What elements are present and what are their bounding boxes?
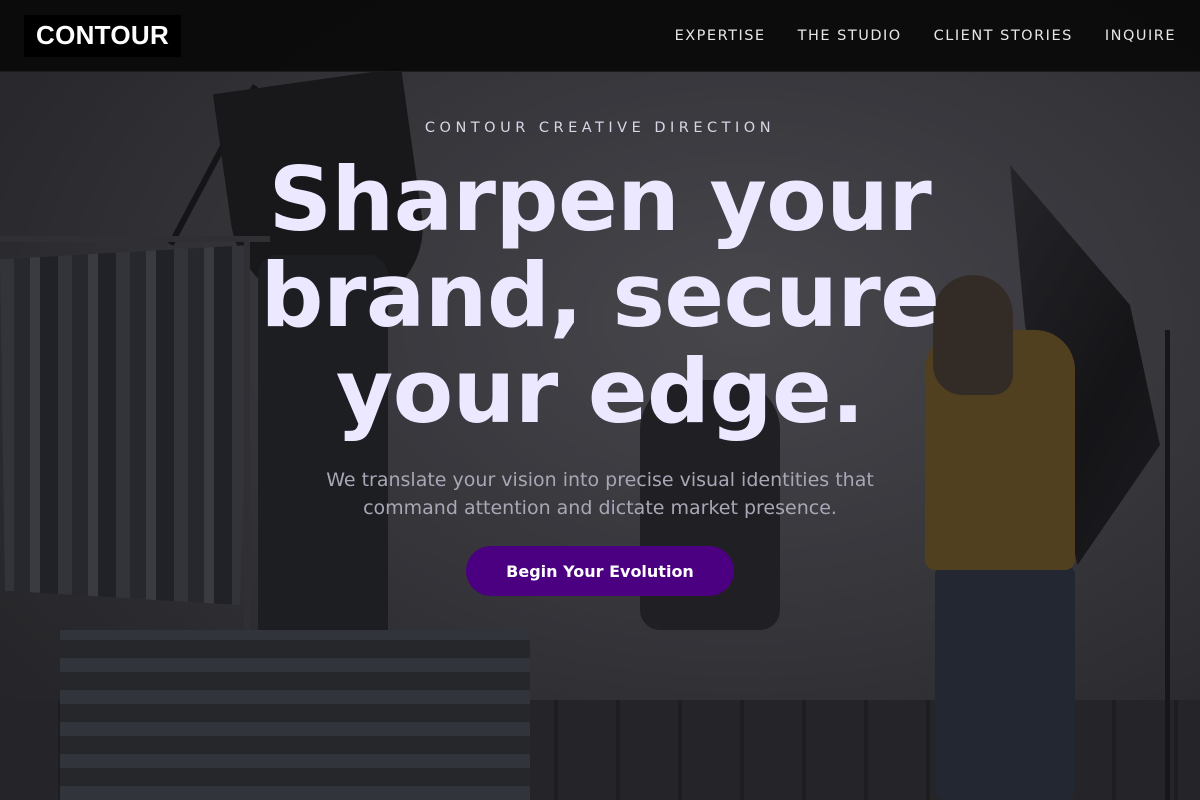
hero-headline: Sharpen your brand, secure your edge. <box>260 148 940 443</box>
top-navbar: CONTOUR EXPERTISE THE STUDIO CLIENT STOR… <box>0 0 1200 72</box>
nav-link-expertise[interactable]: EXPERTISE <box>675 28 766 44</box>
main-nav: EXPERTISE THE STUDIO CLIENT STORIES INQU… <box>675 28 1176 44</box>
nav-link-the-studio[interactable]: THE STUDIO <box>798 28 902 44</box>
hero-section: CONTOUR CREATIVE DIRECTION Sharpen your … <box>0 72 1200 800</box>
brand-logo[interactable]: CONTOUR <box>24 14 182 57</box>
begin-evolution-button[interactable]: Begin Your Evolution <box>466 546 734 596</box>
nav-link-inquire[interactable]: INQUIRE <box>1105 28 1176 44</box>
hero-subtext: We translate your vision into precise vi… <box>326 469 874 519</box>
nav-link-client-stories[interactable]: CLIENT STORIES <box>934 28 1073 44</box>
hero-eyebrow: CONTOUR CREATIVE DIRECTION <box>424 120 776 136</box>
